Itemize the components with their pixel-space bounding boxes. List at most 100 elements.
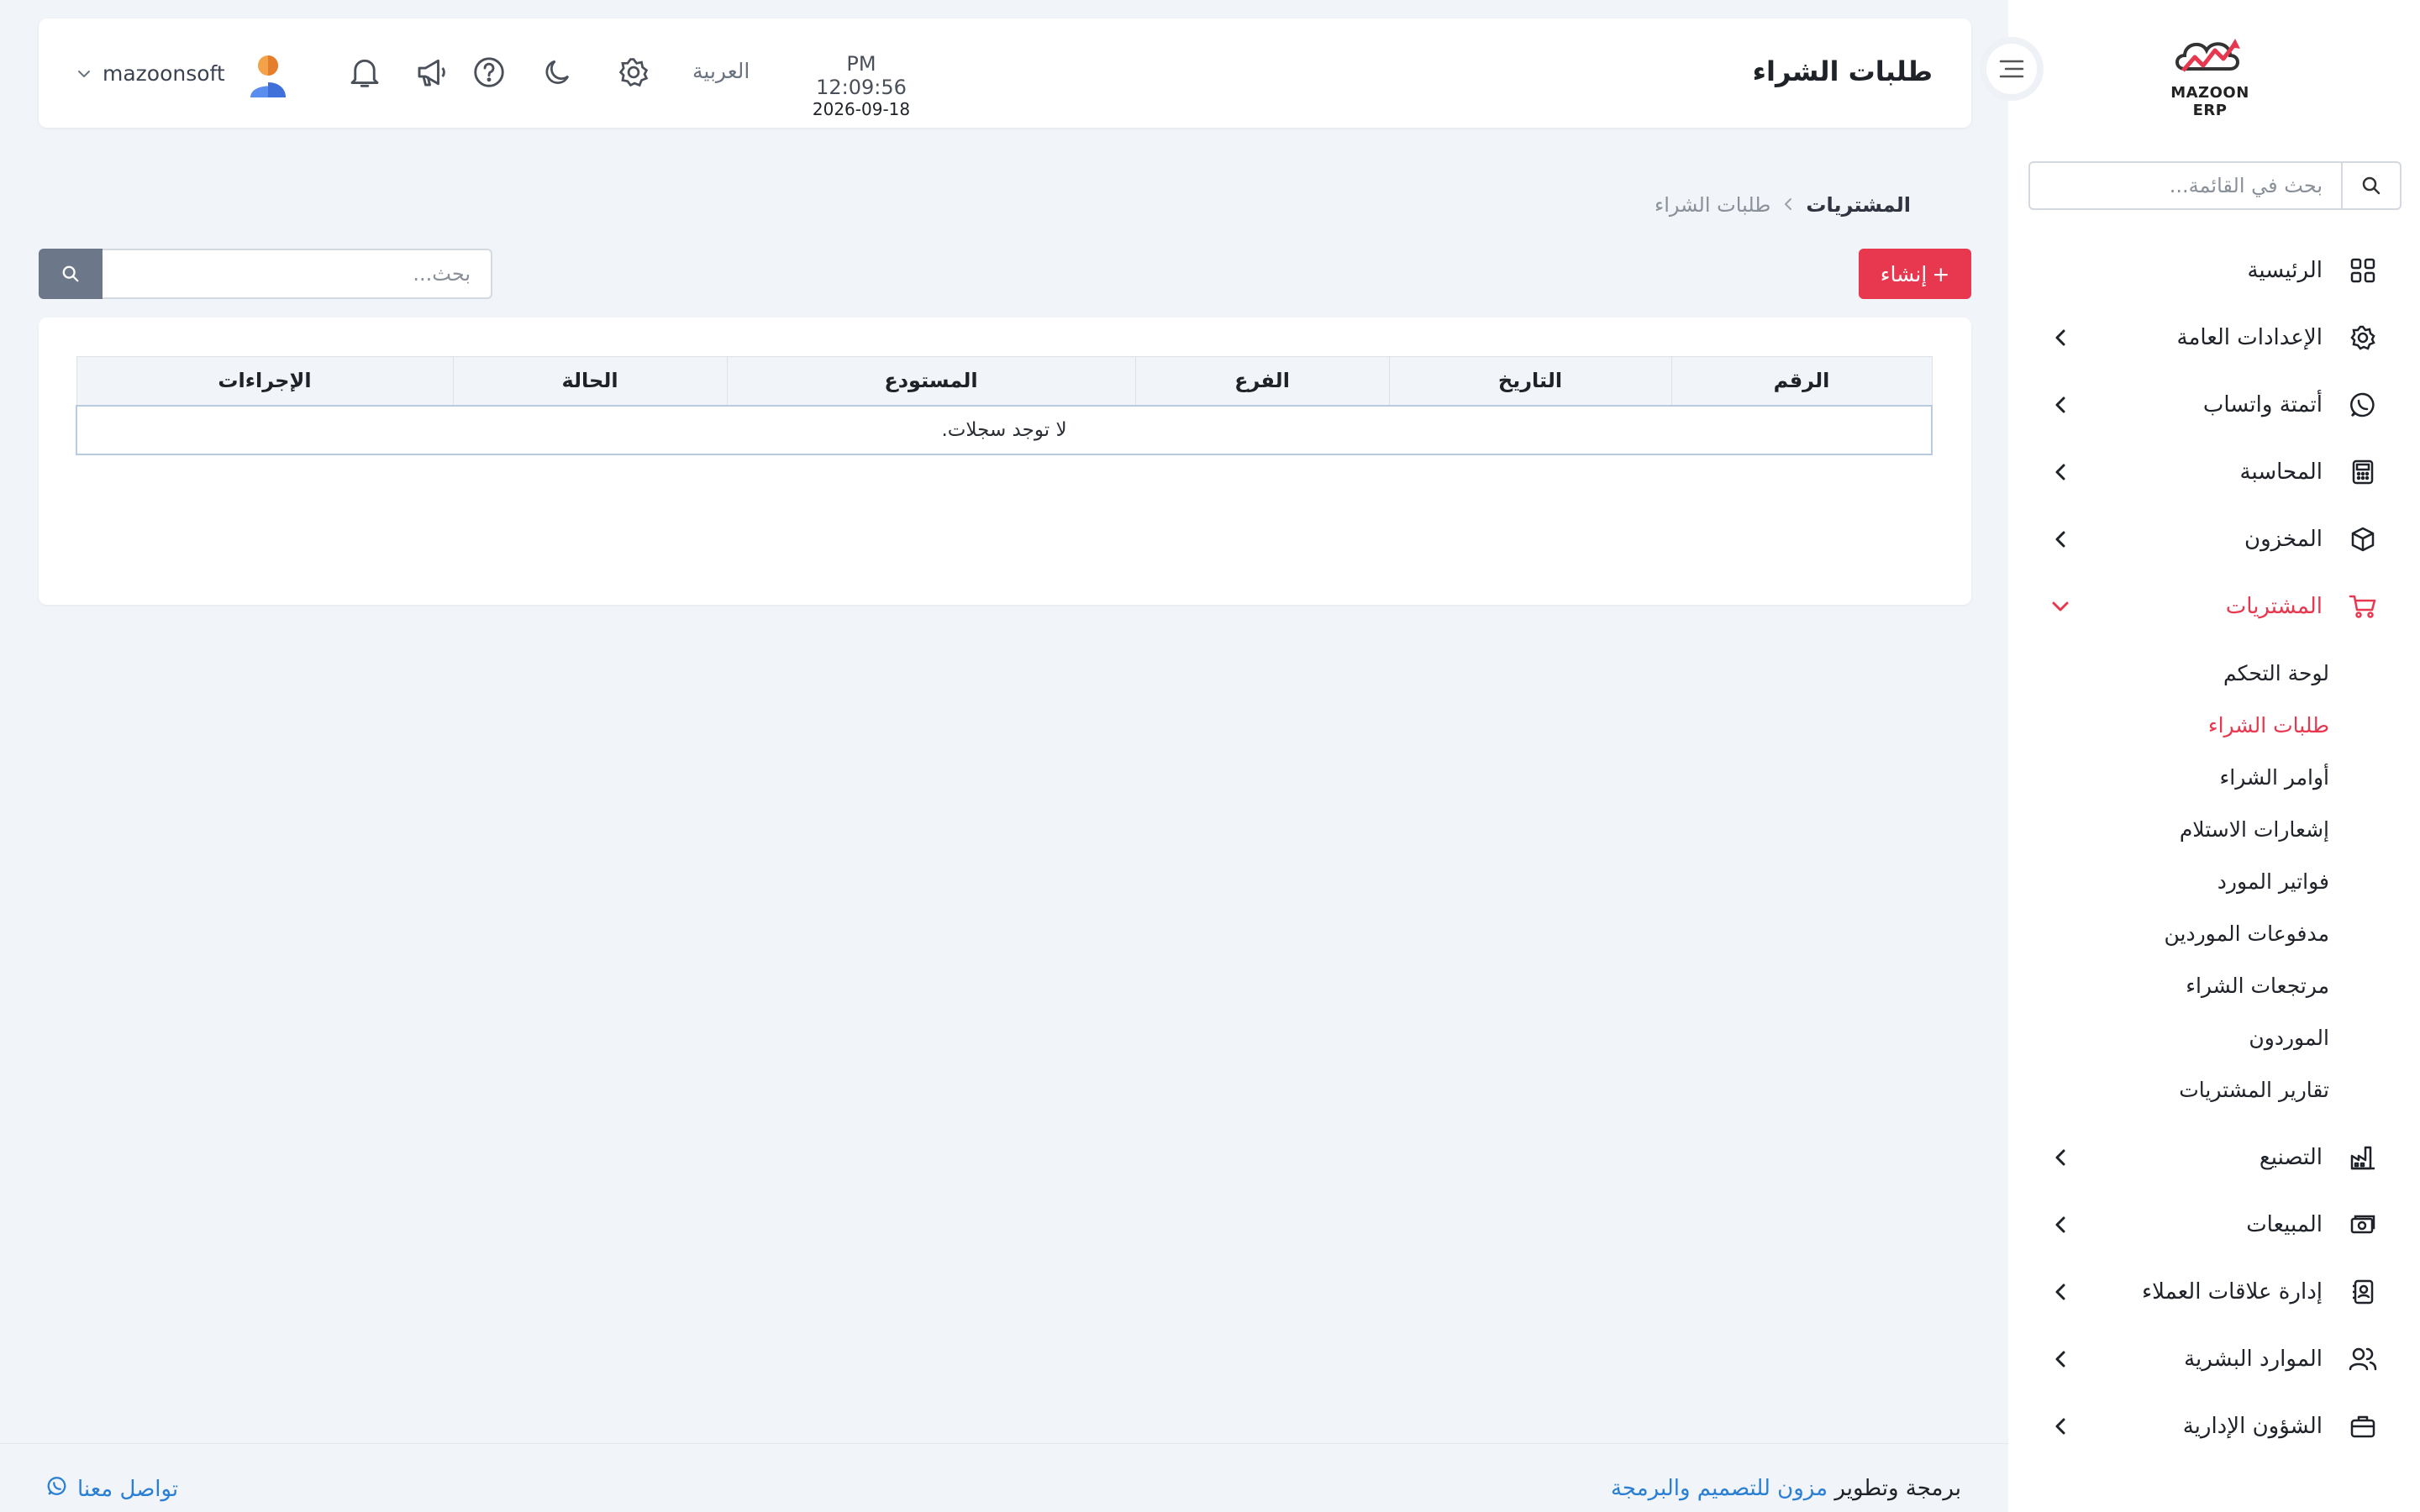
box-icon [2348,524,2378,554]
chevron-left-icon [2050,1215,2070,1235]
sidebar-item-label: الموارد البشرية [2184,1347,2323,1372]
sidebar-subitem-receipt-notes[interactable]: إشعارات الاستلام [2008,803,2420,855]
purchase-requests-table: الرقم التاريخ الفرع المستودع الحالة الإج… [76,356,1933,455]
sidebar-item-home[interactable]: الرئيسية [2008,237,2420,304]
credit-link[interactable]: مزون للتصميم والبرمجة [1611,1476,1828,1501]
briefcase-icon [2348,1411,2378,1441]
chevron-left-icon [1784,195,1792,216]
table-row: لا توجد سجلات. [76,404,1933,455]
breadcrumb-parent[interactable]: المشتريات [1806,193,1911,217]
app-logo[interactable]: MAZOON ERP [2151,32,2269,119]
sidebar-item-label: الإعدادات العامة [2176,325,2323,350]
sidebar-subitem-purchase-reports[interactable]: تقارير المشتريات [2008,1063,2420,1116]
column-header-number[interactable]: الرقم [1670,356,1933,406]
sidebar-subitem-purchase-returns[interactable]: مرتجعات الشراء [2008,959,2420,1011]
search-button[interactable] [39,249,103,299]
search-input[interactable] [103,249,492,299]
column-header-actions: الإجراءات [76,356,454,406]
chevron-left-icon [2050,529,2070,549]
logo-icon [2175,39,2240,72]
column-header-status[interactable]: الحالة [452,356,728,406]
logo-text: MAZOON ERP [2170,84,2249,119]
sidebar-item-label: المشتريات [2225,594,2323,619]
sidebar-item-label: التصنيع [2259,1145,2323,1170]
sidebar-subitem-dashboard[interactable]: لوحة التحكم [2008,647,2420,699]
sidebar-item-label: الرئيسية [2247,258,2323,283]
sidebar-item-label: المحاسبة [2239,459,2323,485]
sidebar-toggle-button[interactable] [1980,37,2044,101]
avatar[interactable] [247,52,289,97]
sidebar-item-accounting[interactable]: المحاسبة [2008,438,2420,506]
chevron-left-icon [2050,1416,2070,1436]
help-icon[interactable] [471,54,508,91]
username: mazoonsoft [103,60,225,86]
sidebar-subitem-suppliers[interactable]: الموردون [2008,1011,2420,1063]
purchase-requests-card: الرقم التاريخ الفرع المستودع الحالة الإج… [39,318,1971,605]
create-button[interactable]: + إنشاء [1859,249,1971,299]
sidebar-item-manufacturing[interactable]: التصنيع [2008,1124,2420,1191]
contacts-icon [2348,1277,2378,1307]
column-header-branch[interactable]: الفرع [1134,356,1390,406]
sidebar-item-label: الشؤون الإدارية [2182,1414,2323,1439]
chevron-left-icon [2050,462,2070,482]
calculator-icon [2348,457,2378,487]
chevron-left-icon [2050,1349,2070,1369]
chevron-left-icon [2050,1282,2070,1302]
clock-time: PM 12:09:56 [816,52,907,99]
cart-icon [2348,591,2378,622]
clock: PM 12:09:56 2026-09-18 [798,52,924,119]
chevron-down-icon [2050,596,2070,617]
sidebar-item-whatsapp[interactable]: أتمتة واتساب [2008,371,2420,438]
sidebar-item-label: المخزون [2244,527,2323,552]
contact-us-link[interactable]: تواصل معنا [47,1476,178,1502]
sidebar-item-label: أتمتة واتساب [2202,392,2323,417]
footer-credit: برمجة وتطوير مزون للتصميم والبرمجة [1611,1476,1961,1501]
chevron-down-icon [77,66,91,81]
chevron-left-icon [2050,1147,2070,1168]
grid-icon [2348,255,2378,286]
sidebar-item-label: إدارة علاقات العملاء [2141,1279,2323,1305]
contact-us-label: تواصل معنا [77,1476,179,1502]
sidebar-item-admin-affairs[interactable]: الشؤون الإدارية [2008,1393,2420,1460]
plus-icon: + [1932,261,1950,286]
sidebar-item-label: المبيعات [2246,1212,2323,1237]
sidebar-subitem-supplier-payments[interactable]: مدفوعات الموردين [2008,907,2420,959]
chevron-left-icon [2050,328,2070,348]
sidebar-item-general-settings[interactable]: الإعدادات العامة [2008,304,2420,371]
sidebar-item-hr[interactable]: الموارد البشرية [2008,1326,2420,1393]
purchases-submenu: لوحة التحكم طلبات الشراء أوامر الشراء إش… [2008,640,2420,1124]
language-switcher[interactable]: العربية [692,59,750,83]
whatsapp-icon [47,1476,67,1502]
credit-prefix: برمجة وتطوير [1834,1476,1961,1501]
page-title: طلبات الشراء [1752,55,1933,87]
sidebar-item-sales[interactable]: المبيعات [2008,1191,2420,1258]
sidebar-item-inventory[interactable]: المخزون [2008,506,2420,573]
sidebar-subitem-supplier-invoices[interactable]: فواتير المورد [2008,855,2420,907]
sidebar-subitem-purchase-orders[interactable]: أوامر الشراء [2008,751,2420,803]
sidebar-subitem-purchase-requests[interactable]: طلبات الشراء [2008,699,2420,751]
breadcrumb-current: طلبات الشراء [1654,193,1771,217]
footer: برمجة وتطوير مزون للتصميم والبرمجة تواصل… [0,1443,2008,1512]
breadcrumb: المشتريات طلبات الشراء [1655,193,1911,217]
sidebar-item-crm[interactable]: إدارة علاقات العملاء [2008,1258,2420,1326]
search-icon [2341,163,2400,208]
menu-search [2028,161,2402,210]
top-header: طلبات الشراء PM 12:09:56 2026-09-18 العر… [39,18,1971,128]
search-icon [62,265,79,282]
column-header-date[interactable]: التاريخ [1388,356,1672,406]
user-menu[interactable]: mazoonsoft [77,52,225,94]
menu-search-input[interactable] [2030,163,2341,208]
sidebar-nav: الرئيسية الإعدادات العامة أتمتة واتساب ا… [2008,237,2420,1460]
whatsapp-icon [2348,390,2378,420]
table-search [39,249,492,299]
chevron-left-icon [2050,395,2070,415]
gear-icon [2348,323,2378,353]
column-header-warehouse[interactable]: المستودع [726,356,1136,406]
cash-icon [2348,1210,2378,1240]
sidebar-item-purchases[interactable]: المشتريات [2008,573,2420,640]
moon-icon[interactable] [539,54,576,91]
sidebar: MAZOON ERP الرئيسية الإعدادات ال [1980,0,2420,1512]
bell-icon[interactable] [346,54,383,91]
megaphone-icon[interactable] [413,54,450,91]
settings-gear-icon[interactable] [615,54,652,91]
